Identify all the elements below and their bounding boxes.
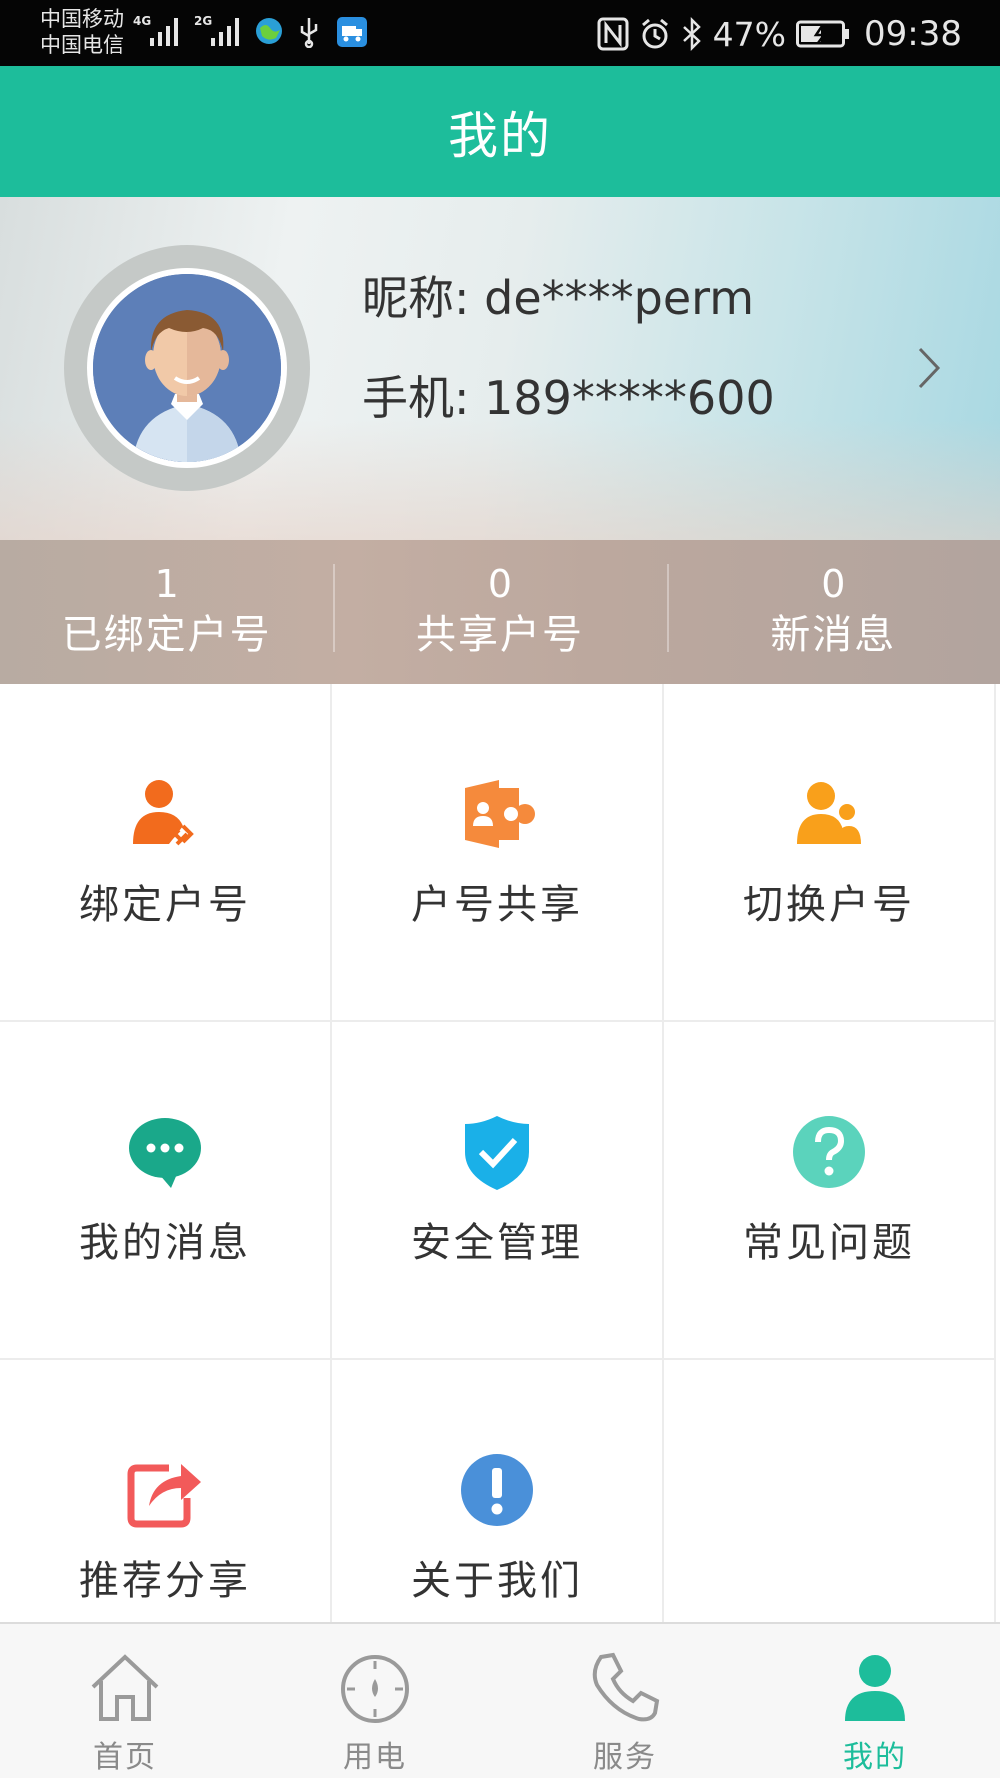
nav-label: 我的 xyxy=(843,1740,907,1775)
nav-electricity[interactable]: 用电 xyxy=(285,1624,465,1778)
bottom-nav: 首页 用电 服务 我的 xyxy=(0,1622,1000,1778)
stat-value: 0 xyxy=(821,562,846,606)
question-icon xyxy=(793,1116,865,1188)
profile-icon xyxy=(845,1655,905,1721)
phone-row: 手机: 189*****600 xyxy=(362,363,775,463)
signal-strength-icon xyxy=(150,18,178,46)
menu-label: 我的消息 xyxy=(79,1220,251,1266)
alarm-icon xyxy=(641,18,668,49)
bluetooth-icon xyxy=(682,17,701,51)
stat-label: 已绑定户号 xyxy=(61,612,272,658)
security-shield-icon xyxy=(465,1116,529,1190)
nav-home[interactable]: 首页 xyxy=(35,1624,215,1778)
avatar[interactable] xyxy=(87,268,287,468)
menu-my-messages[interactable]: 我的消息 xyxy=(0,1022,332,1360)
nickname-label: 昵称: xyxy=(362,271,470,325)
profile-card[interactable]: 昵称: de****perm 手机: 189*****600 xyxy=(0,197,1000,540)
user-avatar-icon xyxy=(93,274,281,462)
stat-shared-accounts[interactable]: 0 共享户号 xyxy=(333,540,666,684)
usb-icon xyxy=(300,18,318,48)
switch-account-icon xyxy=(797,782,861,844)
menu-label: 绑定户号 xyxy=(79,882,251,928)
menu-label: 推荐分享 xyxy=(79,1558,251,1604)
menu-label: 常见问题 xyxy=(743,1220,915,1266)
carrier-2: 中国电信 xyxy=(40,33,124,57)
nav-service[interactable]: 服务 xyxy=(535,1624,715,1778)
menu-switch-account[interactable]: 切换户号 xyxy=(664,684,996,1022)
carrier-1: 中国移动 xyxy=(40,7,124,31)
message-icon xyxy=(129,1118,201,1188)
stat-label: 新消息 xyxy=(770,612,897,658)
meter-icon xyxy=(341,1655,409,1723)
nickname-row: 昵称: de****perm xyxy=(362,263,775,363)
phone-value: 189*****600 xyxy=(484,371,775,425)
menu-label: 户号共享 xyxy=(411,882,583,928)
nav-label: 服务 xyxy=(593,1740,657,1775)
app-notification-icon xyxy=(337,17,367,47)
stat-value: 1 xyxy=(154,562,179,606)
stat-label: 共享户号 xyxy=(415,612,584,658)
home-icon xyxy=(91,1654,159,1721)
menu-share-account[interactable]: 户号共享 xyxy=(332,684,664,1022)
nav-mine[interactable]: 我的 xyxy=(785,1624,965,1778)
menu-label: 安全管理 xyxy=(411,1220,583,1266)
stats-bar: 1 已绑定户号 0 共享户号 0 新消息 xyxy=(0,540,1000,684)
page-header: 我的 xyxy=(0,66,1000,197)
menu-label: 切换户号 xyxy=(743,882,915,928)
menu-security[interactable]: 安全管理 xyxy=(332,1022,664,1360)
about-info-icon xyxy=(461,1454,533,1526)
signal-strength-icon xyxy=(211,18,239,46)
battery-icon xyxy=(796,20,850,48)
nfc-icon xyxy=(597,17,629,51)
clock: 09:38 xyxy=(864,14,962,54)
menu-recommend-share[interactable]: 推荐分享 xyxy=(0,1360,332,1624)
status-bar: 中国移动 中国电信 4G 2G 47% 09:38 xyxy=(0,0,1000,66)
phone-label: 手机: xyxy=(362,371,470,425)
menu-grid: 绑定户号 户号共享 切换户号 我的消息 安全管理 常见问题 推荐分享 关于我们 xyxy=(0,684,1000,1624)
nickname-value: de****perm xyxy=(484,271,755,325)
bind-account-icon xyxy=(133,780,194,846)
battery-percent: 47% xyxy=(712,14,787,54)
stat-new-messages[interactable]: 0 新消息 xyxy=(666,540,1000,684)
share-account-icon xyxy=(465,780,535,848)
recommend-share-icon xyxy=(127,1464,201,1528)
chevron-right-icon[interactable] xyxy=(916,345,942,391)
stat-bound-accounts[interactable]: 1 已绑定户号 xyxy=(0,540,333,684)
menu-about-us[interactable]: 关于我们 xyxy=(332,1360,664,1624)
carrier-info: 中国移动 中国电信 xyxy=(40,6,124,58)
avatar-frame xyxy=(64,245,310,491)
phone-icon xyxy=(592,1652,660,1722)
menu-bind-account[interactable]: 绑定户号 xyxy=(0,684,332,1022)
menu-faq[interactable]: 常见问题 xyxy=(664,1022,996,1360)
nav-label: 首页 xyxy=(93,1740,157,1775)
profile-info: 昵称: de****perm 手机: 189*****600 xyxy=(362,263,775,463)
menu-empty-cell xyxy=(664,1360,996,1624)
status-right: 47% 09:38 xyxy=(597,12,962,56)
stat-value: 0 xyxy=(487,562,513,606)
menu-label: 关于我们 xyxy=(411,1558,583,1604)
browser-globe-icon xyxy=(256,18,282,44)
nav-label: 用电 xyxy=(343,1740,407,1775)
page-title: 我的 xyxy=(448,106,552,165)
